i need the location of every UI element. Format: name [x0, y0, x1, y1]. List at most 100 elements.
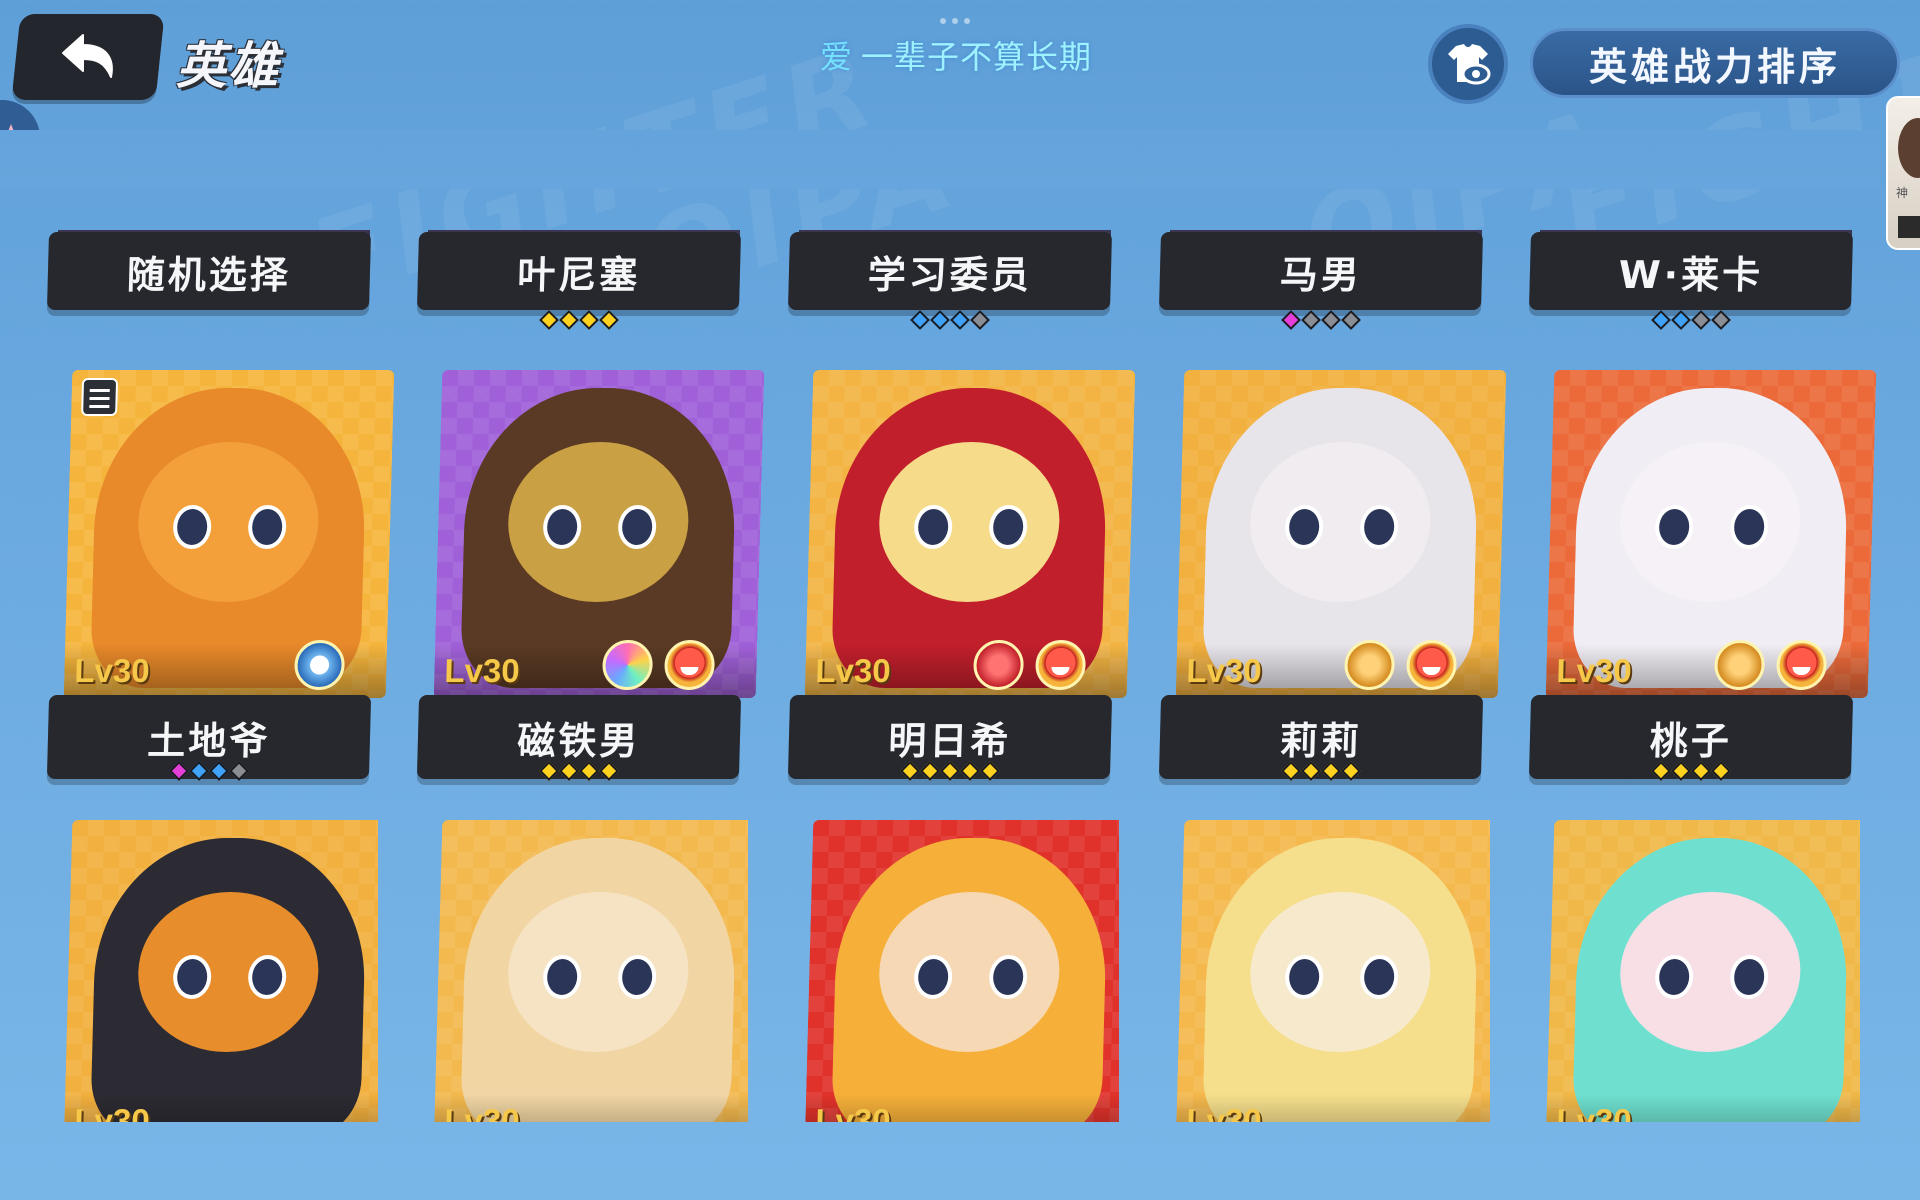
marquee-message: 一辈子不算长期: [861, 38, 1093, 76]
pip-gray: [229, 761, 249, 781]
hero-card[interactable]: Lv30 莉莉: [1158, 370, 1507, 781]
pip-gold: [1341, 761, 1361, 781]
hero-level: Lv30: [73, 1102, 151, 1122]
skin-preview-button[interactable]: [1428, 24, 1508, 104]
pip-blue: [910, 310, 930, 330]
star-pips: [1530, 310, 1852, 330]
pip-blue: [189, 761, 209, 781]
star-pips: [1160, 761, 1482, 781]
pip-gold: [539, 761, 559, 781]
pip-gray: [1301, 310, 1321, 330]
star-pips: [789, 310, 1111, 330]
pip-gold: [559, 310, 579, 330]
star-pips: [418, 761, 740, 781]
pip-blue: [209, 761, 229, 781]
hero-portrait: Lv30: [1545, 370, 1877, 698]
hero-card[interactable]: 学习委员: [787, 190, 1119, 330]
hero-level: Lv30: [443, 1102, 521, 1122]
pip-gray: [970, 310, 990, 330]
star-pips: [48, 761, 370, 781]
hero-card[interactable]: Lv30 桃子: [1528, 370, 1877, 781]
pip-gold: [920, 761, 940, 781]
shirt-eye-icon: [1448, 44, 1491, 85]
hero-name: 学习委员: [787, 232, 1113, 310]
pip-gold: [960, 761, 980, 781]
hero-name: W·莱卡: [1528, 232, 1854, 310]
pip-gold: [559, 761, 579, 781]
hero-portrait: Lv30: [1545, 820, 1860, 1122]
hero-name: 叶尼塞: [416, 232, 742, 310]
marquee-prefix: 爱: [820, 38, 854, 76]
hero-card[interactable]: 随机选择: [46, 190, 378, 330]
side-character-peek[interactable]: 神: [1886, 96, 1920, 250]
hero-card[interactable]: Lv30 磁铁男: [416, 370, 765, 781]
pip-blue: [1671, 310, 1691, 330]
star-icon: [0, 124, 26, 152]
pip-gold: [980, 761, 1000, 781]
hero-card[interactable]: W·莱卡: [1528, 190, 1860, 330]
hero-portrait: Lv30: [433, 820, 748, 1122]
page-title: 英雄: [176, 37, 280, 95]
hero-portrait: Lv30: [63, 820, 378, 1122]
drag-handle[interactable]: [940, 18, 970, 24]
hero-card[interactable]: Lv30 明日希: [787, 370, 1136, 781]
marquee-text: 爱一辈子不算长期: [820, 32, 1092, 78]
star-pips: [1530, 761, 1852, 781]
pip-gold: [900, 761, 920, 781]
pip-gold: [1711, 761, 1731, 781]
pip-blue: [950, 310, 970, 330]
hero-card[interactable]: 叶尼塞: [416, 190, 748, 330]
pip-gold: [1671, 761, 1691, 781]
hero-level: Lv30: [1555, 652, 1633, 689]
pip-blue: [930, 310, 950, 330]
pip-gold: [579, 310, 599, 330]
star-pips: [789, 761, 1111, 781]
hero-portrait: Lv30: [804, 820, 1119, 1122]
pip-gold: [579, 761, 599, 781]
pip-gold: [1281, 761, 1301, 781]
hero-level: Lv30: [814, 1102, 892, 1122]
hero-level: Lv30: [443, 652, 521, 689]
hero-card[interactable]: Lv30: [48, 820, 378, 1122]
hero-card[interactable]: Lv30: [418, 820, 748, 1122]
hero-portrait: Lv30: [63, 370, 395, 698]
hero-card[interactable]: Lv30: [1530, 820, 1860, 1122]
hero-card[interactable]: Lv30: [1160, 820, 1490, 1122]
hero-name: 随机选择: [46, 232, 372, 310]
back-button[interactable]: [11, 14, 165, 100]
hero-level: Lv30: [73, 652, 151, 689]
pip-gray: [1321, 310, 1341, 330]
pip-pink: [169, 761, 189, 781]
hero-card[interactable]: 马男: [1158, 190, 1490, 330]
hero-card[interactable]: Lv30 土地爷: [46, 370, 395, 781]
pip-pink: [1281, 310, 1301, 330]
hero-portrait: Lv30: [433, 370, 765, 698]
hero-level: Lv30: [1185, 1102, 1263, 1122]
hero-portrait: Lv30: [1175, 370, 1507, 698]
pip-gold: [539, 310, 559, 330]
pip-gold: [1651, 761, 1671, 781]
hero-power-sort-button[interactable]: 英雄战力排序: [1530, 28, 1900, 98]
hero-name: 马男: [1158, 232, 1484, 310]
pip-gray: [1341, 310, 1361, 330]
pip-gold: [940, 761, 960, 781]
hero-level: Lv30: [1185, 652, 1263, 689]
pip-gray: [1691, 310, 1711, 330]
hero-portrait: Lv30: [804, 370, 1136, 698]
star-pips: [418, 310, 740, 330]
back-arrow-icon: [62, 34, 113, 78]
star-pips: [1160, 310, 1482, 330]
pip-blue: [1651, 310, 1671, 330]
side-star-button[interactable]: [0, 100, 40, 176]
pip-gold: [1691, 761, 1711, 781]
hero-card[interactable]: Lv30: [789, 820, 1119, 1122]
pip-gold: [599, 761, 619, 781]
pip-gray: [1711, 310, 1731, 330]
pip-gold: [1321, 761, 1341, 781]
pip-gold: [599, 310, 619, 330]
hero-level: Lv30: [1555, 1102, 1633, 1122]
hero-portrait: Lv30: [1175, 820, 1490, 1122]
hero-level: Lv30: [814, 652, 892, 689]
notes-icon[interactable]: [81, 378, 119, 416]
pip-gold: [1301, 761, 1321, 781]
